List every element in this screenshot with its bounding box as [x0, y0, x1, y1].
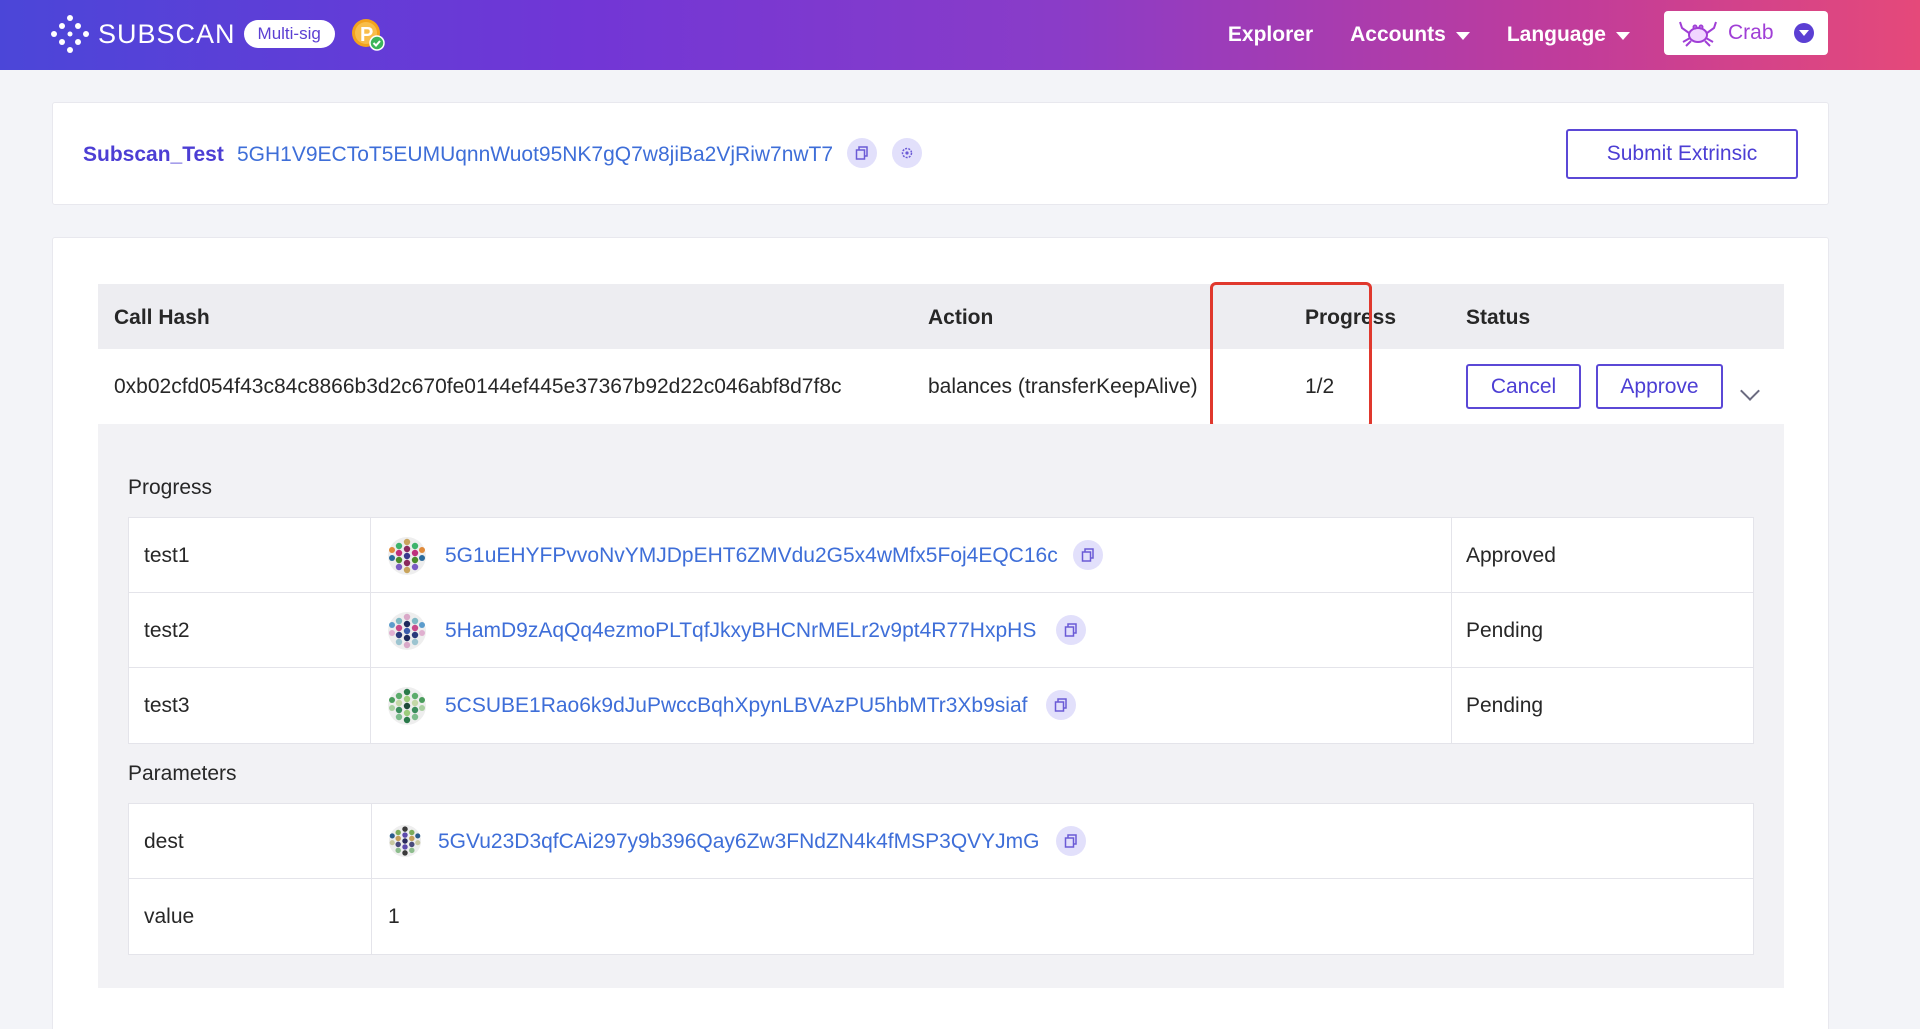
call-hash: 0xb02cfd054f43c84c8866b3d2c670fe0144ef44…	[114, 375, 842, 398]
chevron-down-icon	[1794, 23, 1814, 43]
signer-status: Pending	[1466, 619, 1544, 642]
subscan-logo-icon	[50, 14, 90, 54]
signer-address[interactable]: 5G1uEHYFPvvoNvYMJDpEHT6ZMVdu2G5x4wMfx5Fo…	[445, 544, 1058, 568]
param-value: 1	[388, 905, 400, 928]
identicon-icon	[388, 612, 426, 650]
signer-name: test1	[144, 544, 190, 567]
parameters-title: Parameters	[128, 762, 237, 785]
param-name: dest	[144, 830, 184, 853]
signer-row: test3 5CSUBE1Rao6k9dJuPwccBqhXpynLBVAzPU…	[129, 668, 1753, 743]
signer-name: test3	[144, 694, 190, 717]
network-selector[interactable]: Crab	[1664, 11, 1828, 55]
account-address[interactable]: 5GH1V9ECToT5EUMUqnnWuot95NK7gQ7w8jiBa2Vj…	[237, 143, 833, 167]
progress-highlight	[1210, 282, 1372, 429]
signer-status: Pending	[1466, 694, 1544, 717]
nav-accounts[interactable]: Accounts	[1350, 23, 1470, 47]
brand-name: SUBSCAN	[98, 18, 236, 49]
expanded-detail: Progress test1 5G1uEHYFPvvoNvYMJDpEHT6ZM	[98, 424, 1784, 988]
nav-explorer[interactable]: Explorer	[1228, 23, 1313, 47]
signer-address[interactable]: 5HamD9zAqQq4ezmoPLTqfJkxyBHCNrMELr2v9pt4…	[445, 619, 1036, 643]
action: balances (transferKeepAlive)	[928, 375, 1198, 398]
settings-icon[interactable]	[892, 138, 922, 168]
polkadot-extension-icon[interactable]: P	[351, 17, 385, 51]
approve-button[interactable]: Approve	[1596, 364, 1723, 409]
signer-status: Approved	[1466, 544, 1556, 567]
caret-down-icon	[1616, 32, 1630, 40]
nav-explorer-label: Explorer	[1227, 23, 1314, 46]
top-navbar: SUBSCAN Multi-sig P Explorer Accounts La…	[0, 0, 1920, 70]
identicon-icon	[388, 687, 426, 725]
multisig-badge: Multi-sig	[243, 20, 335, 48]
nav-language[interactable]: Language	[1507, 23, 1630, 47]
progress-title: Progress	[128, 476, 213, 499]
column-call-hash: Call Hash	[114, 306, 210, 329]
param-row: value 1	[129, 879, 1753, 954]
table-row[interactable]: 0xb02cfd054f43c84c8866b3d2c670fe0144ef44…	[98, 349, 1784, 424]
network-name: Crab	[1728, 21, 1774, 44]
copy-icon[interactable]	[1073, 540, 1103, 570]
copy-icon[interactable]	[847, 138, 877, 168]
param-name: value	[144, 905, 195, 928]
column-status: Status	[1466, 306, 1531, 329]
parameters-table: dest 5GVu23D3qfCAi297y9b396Qay6Zw3FNdZN4…	[128, 803, 1754, 955]
account-card: Subscan_Test 5GH1V9ECToT5EUMUqnnWuot95NK…	[52, 102, 1829, 205]
submit-extrinsic-button[interactable]: Submit Extrinsic	[1566, 129, 1798, 179]
copy-icon[interactable]	[1046, 690, 1076, 720]
copy-icon[interactable]	[1056, 615, 1086, 645]
account-name: Subscan_Test	[83, 143, 224, 166]
nav-accounts-label: Accounts	[1350, 23, 1446, 46]
dest-address[interactable]: 5GVu23D3qfCAi297y9b396Qay6Zw3FNdZN4k4fMS…	[438, 830, 1040, 854]
signers-table: test1 5G1uEHYFPvvoNvYMJDpEHT6ZMVdu2G5x4w…	[128, 517, 1754, 744]
caret-down-icon	[1455, 32, 1470, 40]
copy-icon[interactable]	[1056, 826, 1086, 856]
signer-row: test1 5G1uEHYFPvvoNvYMJDpEHT6ZMVdu2G5x4w…	[129, 518, 1753, 593]
signer-name: test2	[144, 619, 190, 642]
identicon-icon	[388, 537, 426, 575]
brand[interactable]: SUBSCAN Multi-sig P	[50, 14, 385, 54]
nav-language-label: Language	[1506, 23, 1606, 46]
signer-row: test2 5HamD9zAqQq4ezmoPLTqfJkxyBHCNrMELr…	[129, 593, 1753, 668]
signer-address[interactable]: 5CSUBE1Rao6k9dJuPwccBqhXpynLBVAzPU5hbMTr…	[445, 694, 1027, 718]
multisig-card: Call Hash Action Progress Status 0xb02cf…	[52, 237, 1829, 1029]
identicon-icon	[388, 824, 422, 858]
cancel-button[interactable]: Cancel	[1466, 364, 1581, 409]
table-header: Call Hash Action Progress Status	[98, 284, 1784, 349]
param-row: dest 5GVu23D3qfCAi297y9b396Qay6Zw3FNdZN4…	[129, 804, 1753, 879]
column-action: Action	[928, 306, 994, 329]
crab-icon	[1679, 21, 1717, 47]
